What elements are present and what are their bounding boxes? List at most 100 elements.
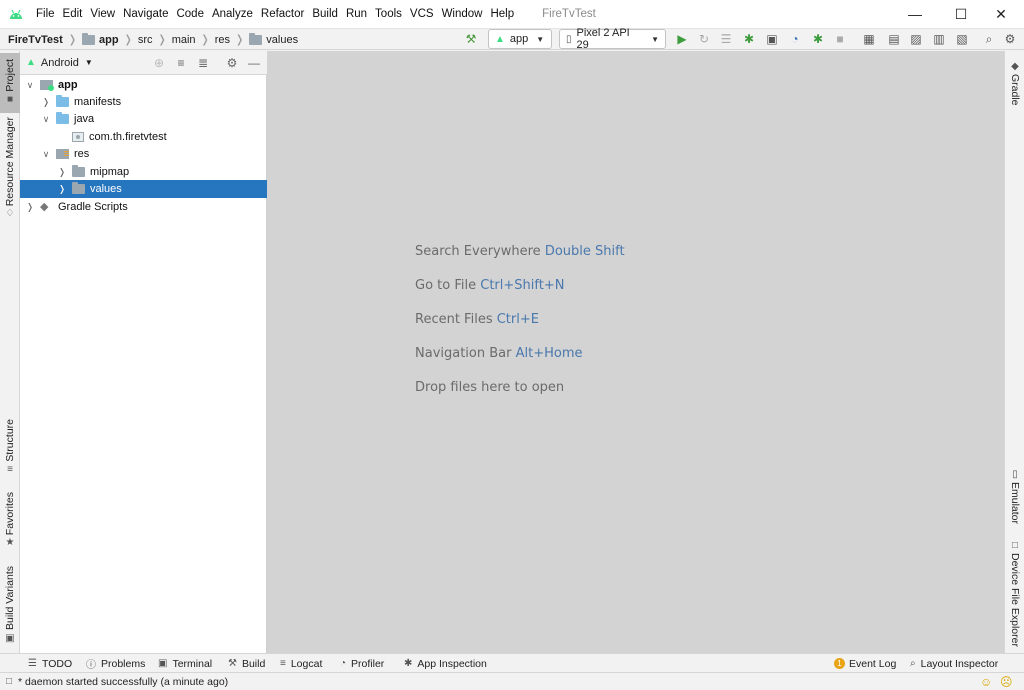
folder-icon bbox=[56, 95, 69, 107]
hint-shortcut: Ctrl+Shift+N bbox=[480, 278, 565, 293]
menu-window[interactable]: Window bbox=[438, 0, 487, 28]
tab-terminal[interactable]: ▣ Terminal bbox=[158, 654, 212, 673]
tab-profiler[interactable]: ◔ Profiler bbox=[340, 654, 384, 673]
menu-tools[interactable]: Tools bbox=[371, 0, 406, 28]
sync-gradle-icon[interactable]: ▤ bbox=[885, 30, 903, 48]
menu-view[interactable]: View bbox=[86, 0, 119, 28]
app-inspection-icon: ✱ bbox=[404, 658, 413, 669]
project-view-select[interactable]: ▲ Android ▼ bbox=[26, 57, 93, 69]
settings-icon[interactable]: ⚙ bbox=[1001, 30, 1019, 48]
tree-item-java[interactable]: ∨ java bbox=[20, 110, 267, 128]
breadcrumb-src[interactable]: src bbox=[138, 34, 153, 46]
tree-item-app[interactable]: ∨ app bbox=[20, 76, 267, 94]
tree-item-manifests[interactable]: ❭ manifests bbox=[20, 93, 267, 111]
dropdown-arrow-icon: ▼ bbox=[536, 34, 545, 44]
android-icon: ▲ bbox=[26, 57, 36, 68]
tab-favorites[interactable]: Favorites ★ bbox=[0, 491, 20, 551]
tab-event-log[interactable]: 1 Event Log bbox=[834, 654, 896, 673]
collapse-all-icon[interactable]: ≣ bbox=[194, 54, 212, 72]
toggle-tool-windows-icon[interactable]: □ bbox=[6, 676, 12, 687]
select-opened-file-icon[interactable]: ⊕ bbox=[150, 54, 168, 72]
profile-icon[interactable]: ◔ bbox=[786, 30, 804, 48]
tree-item-values[interactable]: ❭ values bbox=[20, 180, 267, 198]
tree-item-label: java bbox=[74, 113, 95, 125]
build-variants-icon: ▣ bbox=[5, 632, 15, 644]
emulator-icon: ▯ bbox=[1012, 469, 1018, 481]
menu-code[interactable]: Code bbox=[172, 0, 208, 28]
bottom-tool-bar: ☰ TODO ⓘ Problems ▣ Terminal ⚒ Build ≡ Logcat… bbox=[0, 653, 1024, 672]
search-icon[interactable]: ⌕ bbox=[980, 30, 998, 48]
resource-folder-icon bbox=[56, 149, 69, 159]
menu-build[interactable]: Build bbox=[308, 0, 342, 28]
breadcrumb-res[interactable]: res bbox=[215, 34, 230, 46]
breadcrumb-project[interactable]: FireTvTest bbox=[8, 34, 63, 46]
tab-layout-inspector[interactable]: ⌕ Layout Inspector bbox=[910, 654, 998, 673]
minimize-button[interactable]: — bbox=[892, 0, 938, 28]
profiler-gauge-icon: ◔ bbox=[340, 658, 347, 669]
project-structure-icon[interactable]: ▦ bbox=[860, 30, 878, 48]
tab-favorites-label: Favorites bbox=[4, 491, 16, 536]
close-button[interactable]: ✕ bbox=[978, 0, 1024, 28]
tab-project-label: Project bbox=[4, 59, 16, 92]
menu-help[interactable]: Help bbox=[486, 0, 518, 28]
expand-all-icon[interactable]: ≡ bbox=[172, 54, 190, 72]
tree-item-res[interactable]: ∨ res bbox=[20, 145, 267, 163]
tab-structure-label: Structure bbox=[4, 419, 16, 462]
tree-item-mipmap[interactable]: ❭ mipmap bbox=[20, 163, 267, 181]
device-select[interactable]: ▯ Pixel 2 API 29 ▼ bbox=[559, 27, 666, 51]
hint-text: Drop files here to open bbox=[415, 380, 565, 395]
menu-vcs[interactable]: VCS bbox=[406, 0, 438, 28]
make-project-hammer-icon[interactable]: ⚒ bbox=[462, 30, 480, 48]
attach-debugger-icon[interactable]: ▣ bbox=[763, 30, 781, 48]
tab-device-file-explorer[interactable]: □ Device File Explorer bbox=[1005, 540, 1024, 647]
apply-code-changes-icon[interactable]: ☰ bbox=[717, 30, 735, 48]
run-configuration-select[interactable]: ▲ app ▼ bbox=[488, 29, 552, 49]
tree-item-label: values bbox=[90, 183, 122, 195]
frown-feedback-icon[interactable]: ☹ bbox=[1000, 675, 1013, 689]
tab-problems[interactable]: ⓘ Problems bbox=[86, 654, 145, 673]
tab-gradle[interactable]: ◆ Gradle bbox=[1005, 57, 1024, 107]
tab-project[interactable]: Project ■ bbox=[0, 53, 20, 113]
smile-feedback-icon[interactable]: ☺ bbox=[980, 675, 992, 689]
tab-resource-manager[interactable]: Resource Manager ♢ bbox=[0, 117, 20, 219]
tab-todo[interactable]: ☰ TODO bbox=[28, 654, 72, 673]
gear-icon[interactable]: ⚙ bbox=[223, 54, 241, 72]
menu-file[interactable]: File bbox=[32, 0, 59, 28]
tab-build-variants[interactable]: Build Variants ▣ bbox=[0, 563, 20, 649]
hide-panel-icon[interactable]: — bbox=[245, 54, 263, 72]
menu-run[interactable]: Run bbox=[342, 0, 371, 28]
run-with-coverage-icon[interactable]: ✱ bbox=[809, 30, 827, 48]
run-icon[interactable]: ▶ bbox=[673, 30, 691, 48]
tab-structure[interactable]: Structure ≡ bbox=[0, 419, 20, 477]
chevron-right-icon: ❭ bbox=[58, 166, 66, 177]
stop-icon[interactable]: ■ bbox=[831, 30, 849, 48]
breadcrumb-values[interactable]: values bbox=[249, 32, 298, 46]
menu-edit[interactable]: Edit bbox=[59, 0, 87, 28]
tab-app-inspection[interactable]: ✱ App Inspection bbox=[404, 654, 487, 673]
chevron-down-icon: ∨ bbox=[26, 79, 34, 90]
tree-item-label: manifests bbox=[74, 96, 122, 108]
breadcrumb-main[interactable]: main bbox=[172, 34, 196, 46]
tab-emulator[interactable]: ▯ Emulator bbox=[1005, 467, 1024, 525]
folder-icon bbox=[72, 165, 85, 177]
menu-navigate[interactable]: Navigate bbox=[119, 0, 172, 28]
layout-inspector-icon[interactable]: ▧ bbox=[953, 30, 971, 48]
hint-search-everywhere: Search Everywhere Double Shift bbox=[415, 244, 625, 259]
sdk-manager-icon[interactable]: ▥ bbox=[930, 30, 948, 48]
menu-refactor[interactable]: Refactor bbox=[257, 0, 308, 28]
tab-emulator-label: Emulator bbox=[1009, 482, 1021, 525]
breadcrumb-module[interactable]: app bbox=[82, 32, 119, 46]
dropdown-arrow-icon: ▼ bbox=[651, 34, 659, 44]
package-icon bbox=[72, 132, 84, 142]
status-message[interactable]: * daemon started successfully (a minute … bbox=[18, 676, 228, 688]
apply-changes-icon[interactable]: ↻ bbox=[695, 30, 713, 48]
folder-icon bbox=[249, 32, 263, 45]
tab-logcat[interactable]: ≡ Logcat bbox=[280, 654, 322, 673]
device-label: Pixel 2 API 29 bbox=[576, 27, 630, 51]
tree-item-package[interactable]: com.th.firetvtest bbox=[20, 128, 267, 146]
avd-manager-icon[interactable]: ▨ bbox=[907, 30, 925, 48]
tab-build[interactable]: ⚒ Build bbox=[228, 654, 265, 673]
debug-icon[interactable]: ✱ bbox=[740, 30, 758, 48]
menu-analyze[interactable]: Analyze bbox=[208, 0, 257, 28]
tree-item-gradle-scripts[interactable]: ❭ ◆ Gradle Scripts bbox=[20, 198, 267, 216]
